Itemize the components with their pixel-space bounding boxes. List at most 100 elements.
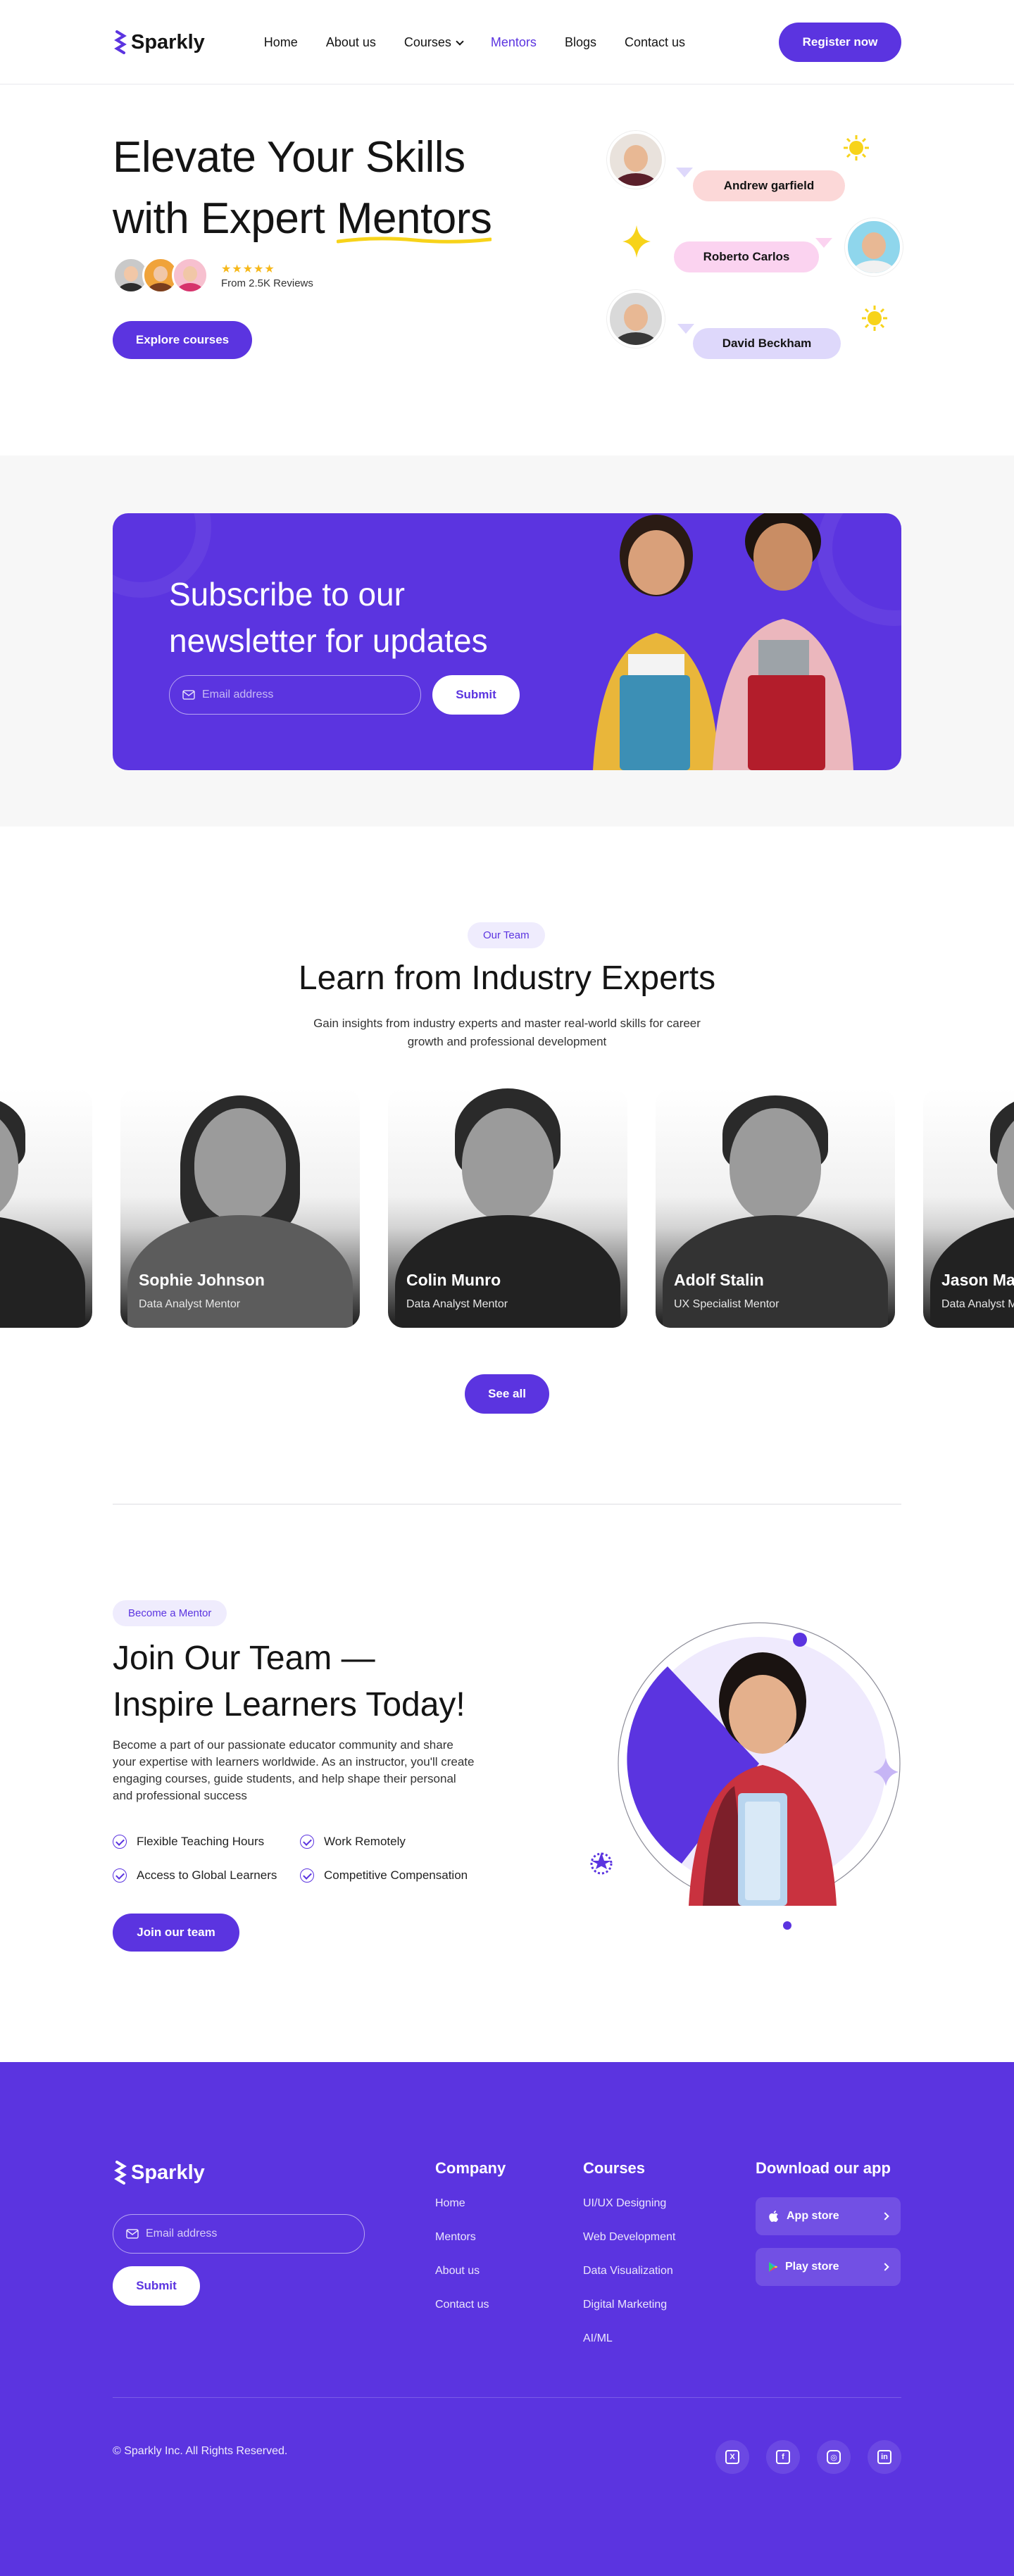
join-section: Become a Mentor Join Our Team — Inspire … <box>0 1504 1014 2062</box>
squiggle-underline-icon <box>336 237 492 244</box>
nav-contact[interactable]: Contact us <box>625 35 685 50</box>
main-nav: Home About us Courses Mentors Blogs Cont… <box>264 35 685 50</box>
bubble-pointer <box>677 324 694 334</box>
team-subtitle: Gain insights from industry experts and … <box>313 1017 701 1048</box>
footer-link-marketing[interactable]: Digital Marketing <box>583 2299 675 2314</box>
nav-home[interactable]: Home <box>264 35 298 50</box>
footer-link-dataviz[interactable]: Data Visualization <box>583 2265 675 2280</box>
footer-link-about[interactable]: About us <box>435 2265 506 2280</box>
nav-courses[interactable]: Courses <box>403 34 464 50</box>
x-link[interactable]: X <box>715 2440 749 2474</box>
chevron-right-icon <box>881 2212 889 2220</box>
app-store-button[interactable]: App store <box>756 2197 901 2235</box>
linkedin-icon: in <box>877 2450 891 2464</box>
bubble-pointer <box>815 238 832 248</box>
team-section: Our Team Learn from Industry Experts Gai… <box>0 827 1014 1504</box>
mentor-avatar <box>607 290 665 348</box>
footer-company-heading: Company <box>435 2159 506 2177</box>
brand-logo[interactable]: Sparkly <box>113 30 205 54</box>
footer-logo[interactable]: Sparkly <box>113 2161 205 2185</box>
avatar <box>172 257 208 294</box>
register-button[interactable]: Register now <box>779 23 901 62</box>
newsletter-title-line2: newsletter for updates <box>169 622 488 659</box>
star-rating-icon: ★★★★★ <box>221 263 275 275</box>
footer-email-placeholder: Email address <box>146 2228 218 2239</box>
mentor-role: UX Specialist Mentor <box>674 1298 780 1310</box>
footer-courses-heading: Courses <box>583 2159 646 2177</box>
join-pill: Become a Mentor <box>113 1600 227 1626</box>
mentor-role: Data Analyst M <box>941 1298 1014 1310</box>
footer-submit-button[interactable]: Submit <box>113 2266 200 2306</box>
mentor-card[interactable]: Colin Munro Data Analyst Mentor <box>388 1088 627 1328</box>
hero-title-highlight: Mentors <box>336 188 492 249</box>
reviewer-avatars <box>113 257 208 294</box>
feature-label: Competitive Compensation <box>324 1868 468 1882</box>
feature-item: Competitive Compensation <box>300 1868 468 1883</box>
see-all-button[interactable]: See all <box>465 1374 549 1414</box>
sparkle-icon <box>622 225 651 258</box>
mentor-avatar <box>607 131 665 189</box>
facebook-link[interactable]: f <box>766 2440 800 2474</box>
team-pill: Our Team <box>468 922 545 948</box>
nav-blogs[interactable]: Blogs <box>565 35 596 50</box>
join-description: Become a part of our passionate educator… <box>113 1738 475 1802</box>
nav-about[interactable]: About us <box>326 35 376 50</box>
join-title-line2: Inspire Learners Today! <box>113 1686 465 1723</box>
portrait-body <box>0 1215 85 1328</box>
rating-block: ★★★★★ From 2.5K Reviews <box>221 262 313 289</box>
play-store-label: Play store <box>785 2261 839 2273</box>
instagram-icon: ◎ <box>827 2450 841 2464</box>
brand-name: Sparkly <box>131 30 205 54</box>
footer-courses-column: Courses UI/UX Designing Web Development … <box>583 2159 675 2366</box>
newsletter-email-placeholder: Email address <box>202 689 274 700</box>
mentor-card[interactable]: Sophie Johnson Data Analyst Mentor <box>120 1088 360 1328</box>
linkedin-link[interactable]: in <box>868 2440 901 2474</box>
join-team-button[interactable]: Join our team <box>113 1914 239 1952</box>
footer-link-contact[interactable]: Contact us <box>435 2299 506 2314</box>
mail-icon <box>182 690 195 700</box>
newsletter-card: Subscribe to our newsletter for updates … <box>113 513 901 770</box>
mentor-illustration <box>590 1622 901 1930</box>
copyright: © Sparkly Inc. All Rights Reserved. <box>113 2445 288 2457</box>
x-icon: X <box>725 2450 739 2464</box>
mentor-card[interactable]: Adolf Stalin UX Specialist Mentor <box>656 1088 895 1328</box>
social-links: X f ◎ in <box>715 2440 901 2474</box>
footer-link-uiux[interactable]: UI/UX Designing <box>583 2197 675 2213</box>
newsletter-submit-button[interactable]: Submit <box>432 675 520 715</box>
mentor-carousel[interactable]: r Sophie Johnson Data Analyst Mentor Col… <box>0 1088 1014 1328</box>
check-circle-icon <box>113 1868 127 1883</box>
footer-link-mentors[interactable]: Mentors <box>435 2231 506 2247</box>
bubble-pointer <box>676 168 693 177</box>
instagram-link[interactable]: ◎ <box>817 2440 851 2474</box>
join-title-line1: Join Our Team — <box>113 1640 375 1677</box>
footer-link-home[interactable]: Home <box>435 2197 506 2213</box>
reviews-count: From 2.5K Reviews <box>221 277 313 289</box>
facebook-icon: f <box>776 2450 790 2464</box>
portrait-head <box>194 1108 286 1221</box>
nav-courses-label: Courses <box>403 34 451 49</box>
logo-icon <box>114 30 127 54</box>
mentor-card[interactable]: r <box>0 1088 92 1328</box>
play-store-button[interactable]: Play store <box>756 2248 901 2286</box>
hero-title-line1: Elevate Your Skills <box>113 133 465 182</box>
site-footer: Sparkly Email address Submit Company Hom… <box>0 2062 1014 2576</box>
newsletter-email-field[interactable]: Email address <box>169 675 421 715</box>
join-title: Join Our Team — Inspire Learners Today! <box>113 1635 465 1728</box>
google-play-icon <box>769 2262 778 2272</box>
mentor-role: Data Analyst Mentor <box>139 1298 241 1310</box>
explore-courses-button[interactable]: Explore courses <box>113 321 252 359</box>
nav-mentors[interactable]: Mentors <box>491 35 537 50</box>
sun-burst-icon <box>844 135 869 161</box>
footer-link-aiml[interactable]: AI/ML <box>583 2332 675 2348</box>
feature-item: Flexible Teaching Hours <box>113 1835 264 1849</box>
feature-label: Flexible Teaching Hours <box>137 1835 265 1848</box>
footer-app-heading: Download our app <box>756 2159 891 2177</box>
check-circle-icon <box>300 1835 314 1849</box>
footer-email-field[interactable]: Email address <box>113 2214 365 2254</box>
portrait-head <box>462 1108 553 1221</box>
check-circle-icon <box>113 1835 127 1849</box>
hero-title: Elevate Your Skills with Expert Mentors <box>113 127 492 249</box>
feature-item: Access to Global Learners <box>113 1868 277 1883</box>
mentor-card[interactable]: Jason Ma Data Analyst M <box>923 1088 1014 1328</box>
footer-link-webdev[interactable]: Web Development <box>583 2231 675 2247</box>
